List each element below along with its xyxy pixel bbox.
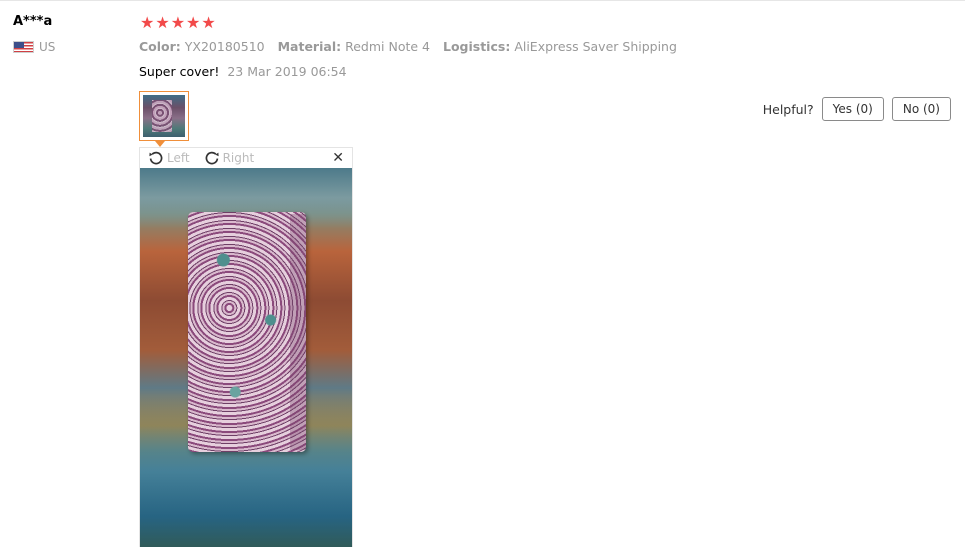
rotate-left-label: Left [167,151,190,165]
rotate-right-icon [205,151,219,165]
rotate-right-label: Right [222,151,255,165]
attribute-key: Material: [277,39,342,54]
review-photo-thumbnail[interactable] [139,91,189,141]
close-icon[interactable]: ✕ [332,151,344,165]
star-icon: ★ [170,13,186,32]
helpful-yes-button[interactable]: Yes (0) [821,97,884,121]
attribute-key: Color: [139,39,181,54]
star-icon: ★ [140,13,155,32]
review-photo [140,168,352,547]
reviewer-country: US [13,40,55,54]
helpful-no-button[interactable]: No (0) [891,97,951,121]
attribute-value: Redmi Note 4 [345,39,430,54]
helpful-label: Helpful? [762,101,814,117]
rotate-left-button[interactable]: Left [148,150,190,166]
attribute-value: YX20180510 [184,39,265,54]
review-text: Super cover! [139,64,220,79]
attribute-color: Color: YX20180510 [139,39,265,54]
photo-viewer: Left Right ✕ [139,147,353,547]
star-icon: ★ [155,13,170,32]
order-attributes: Color: YX20180510 Material: Redmi Note 4… [139,39,677,54]
attribute-key: Logistics: [442,39,511,54]
star-icon: ★ [201,13,216,32]
attribute-material: Material: Redmi Note 4 [278,39,430,54]
review-date: 23 Mar 2019 06:54 [227,64,347,79]
rotate-right-button[interactable]: Right [204,150,255,166]
attribute-value: AliExpress Saver Shipping [514,39,677,54]
star-icon: ★ [186,13,201,32]
review-body: Super cover! 23 Mar 2019 06:54 [139,64,347,79]
reviewer-name: A***a [13,14,53,29]
divider [0,0,965,1]
star-rating: ★ ★ ★ ★ ★ [140,14,216,32]
country-code: US [39,40,56,54]
viewer-toolbar: Left Right ✕ [140,148,352,168]
phone-case-image [188,212,306,452]
rotate-left-icon [149,151,163,165]
helpful-section: Helpful? Yes (0) No (0) [763,97,951,121]
us-flag-icon [13,41,34,53]
attribute-logistics: Logistics: AliExpress Saver Shipping [443,39,677,54]
